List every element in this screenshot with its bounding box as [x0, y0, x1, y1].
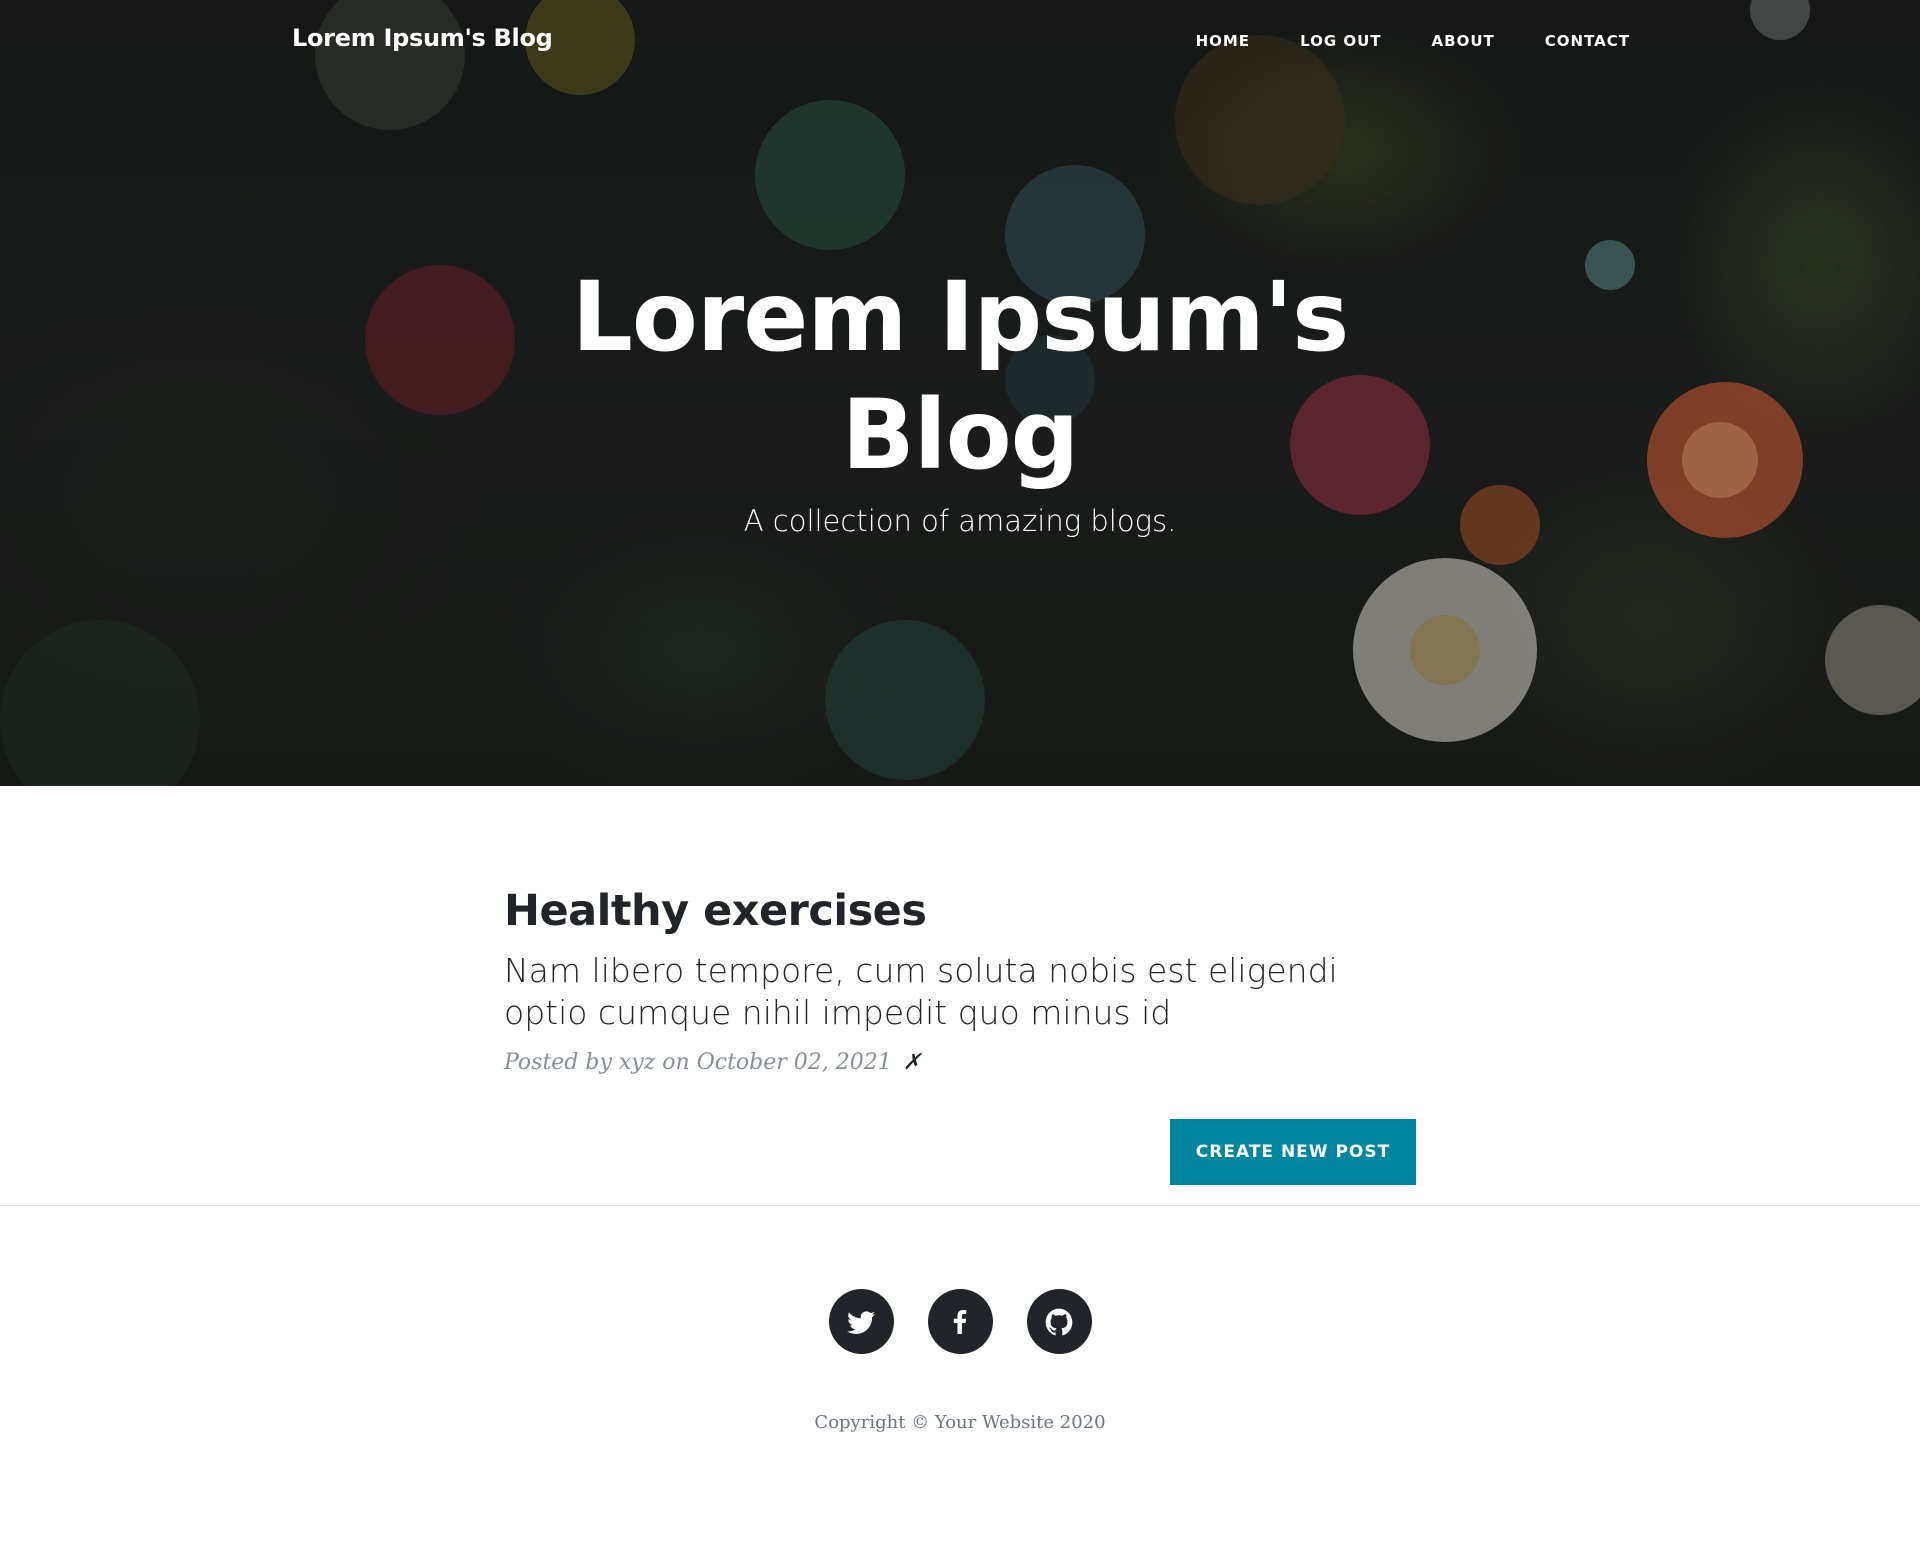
site-heading: Lorem Ipsum's Blog A collection of amazi…: [0, 258, 1920, 538]
social-links: [0, 1289, 1920, 1354]
main-content: Healthy exercises Nam libero tempore, cu…: [0, 786, 1920, 1206]
page-title: Lorem Ipsum's Blog: [571, 261, 1350, 491]
post-title[interactable]: Healthy exercises: [504, 886, 1416, 938]
facebook-icon[interactable]: [927, 1289, 993, 1354]
post-meta: Posted by xyz on October 02, 2021 ✗: [504, 1050, 1416, 1075]
nav-link-log-out[interactable]: LOG OUT: [1275, 32, 1406, 50]
navbar: Lorem Ipsum's Blog HOME LOG OUT ABOUT CO…: [0, 0, 1920, 84]
masthead: Lorem Ipsum's Blog HOME LOG OUT ABOUT CO…: [0, 0, 1920, 786]
delete-post-icon[interactable]: ✗: [903, 1050, 921, 1075]
footer: Copyright © Your Website 2020: [0, 1206, 1920, 1561]
nav-link-contact[interactable]: CONTACT: [1520, 32, 1630, 50]
github-icon[interactable]: [1026, 1289, 1092, 1354]
page-subtitle: A collection of amazing blogs.: [743, 504, 1177, 538]
nav-link-home[interactable]: HOME: [1171, 32, 1275, 50]
twitter-icon[interactable]: [828, 1289, 894, 1354]
post-subtitle[interactable]: Nam libero tempore, cum soluta nobis est…: [504, 950, 1404, 1034]
post-meta-text: Posted by xyz on October 02, 2021: [504, 1049, 892, 1075]
post-preview: Healthy exercises Nam libero tempore, cu…: [504, 886, 1416, 1097]
nav-link-about[interactable]: ABOUT: [1407, 32, 1520, 50]
create-new-post-button[interactable]: CREATE NEW POST: [1170, 1119, 1416, 1185]
copyright-text: Copyright © Your Website 2020: [814, 1412, 1106, 1433]
navbar-brand[interactable]: Lorem Ipsum's Blog: [292, 24, 553, 52]
nav-links: HOME LOG OUT ABOUT CONTACT: [1171, 32, 1630, 50]
